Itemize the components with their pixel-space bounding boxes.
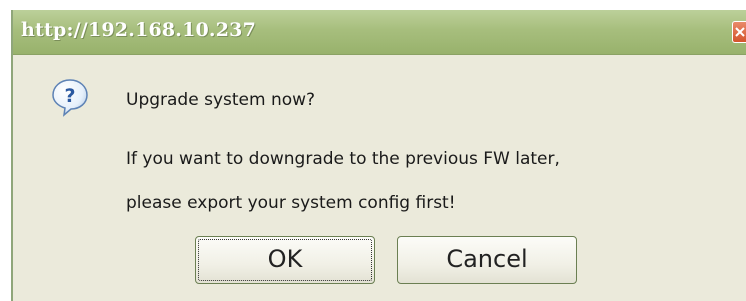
message-line-1: Upgrade system now? [126, 90, 316, 110]
message-line-2: If you want to downgrade to the previous… [126, 149, 560, 169]
svg-text:?: ? [64, 85, 75, 107]
dialog-title: http://192.168.10.237 [21, 19, 257, 41]
cancel-button-label: Cancel [446, 245, 528, 273]
close-icon [735, 27, 745, 37]
cancel-button[interactable]: Cancel [397, 236, 577, 284]
close-button[interactable] [732, 21, 746, 43]
confirm-dialog: http://192.168.10.237 ? Upgrade system n… [11, 10, 746, 301]
ok-button-label: OK [267, 245, 303, 273]
message-line-3: please export your system config first! [126, 193, 456, 213]
ok-button[interactable]: OK [195, 236, 375, 284]
question-icon: ? [50, 77, 90, 117]
dialog-titlebar[interactable]: http://192.168.10.237 [13, 10, 746, 55]
